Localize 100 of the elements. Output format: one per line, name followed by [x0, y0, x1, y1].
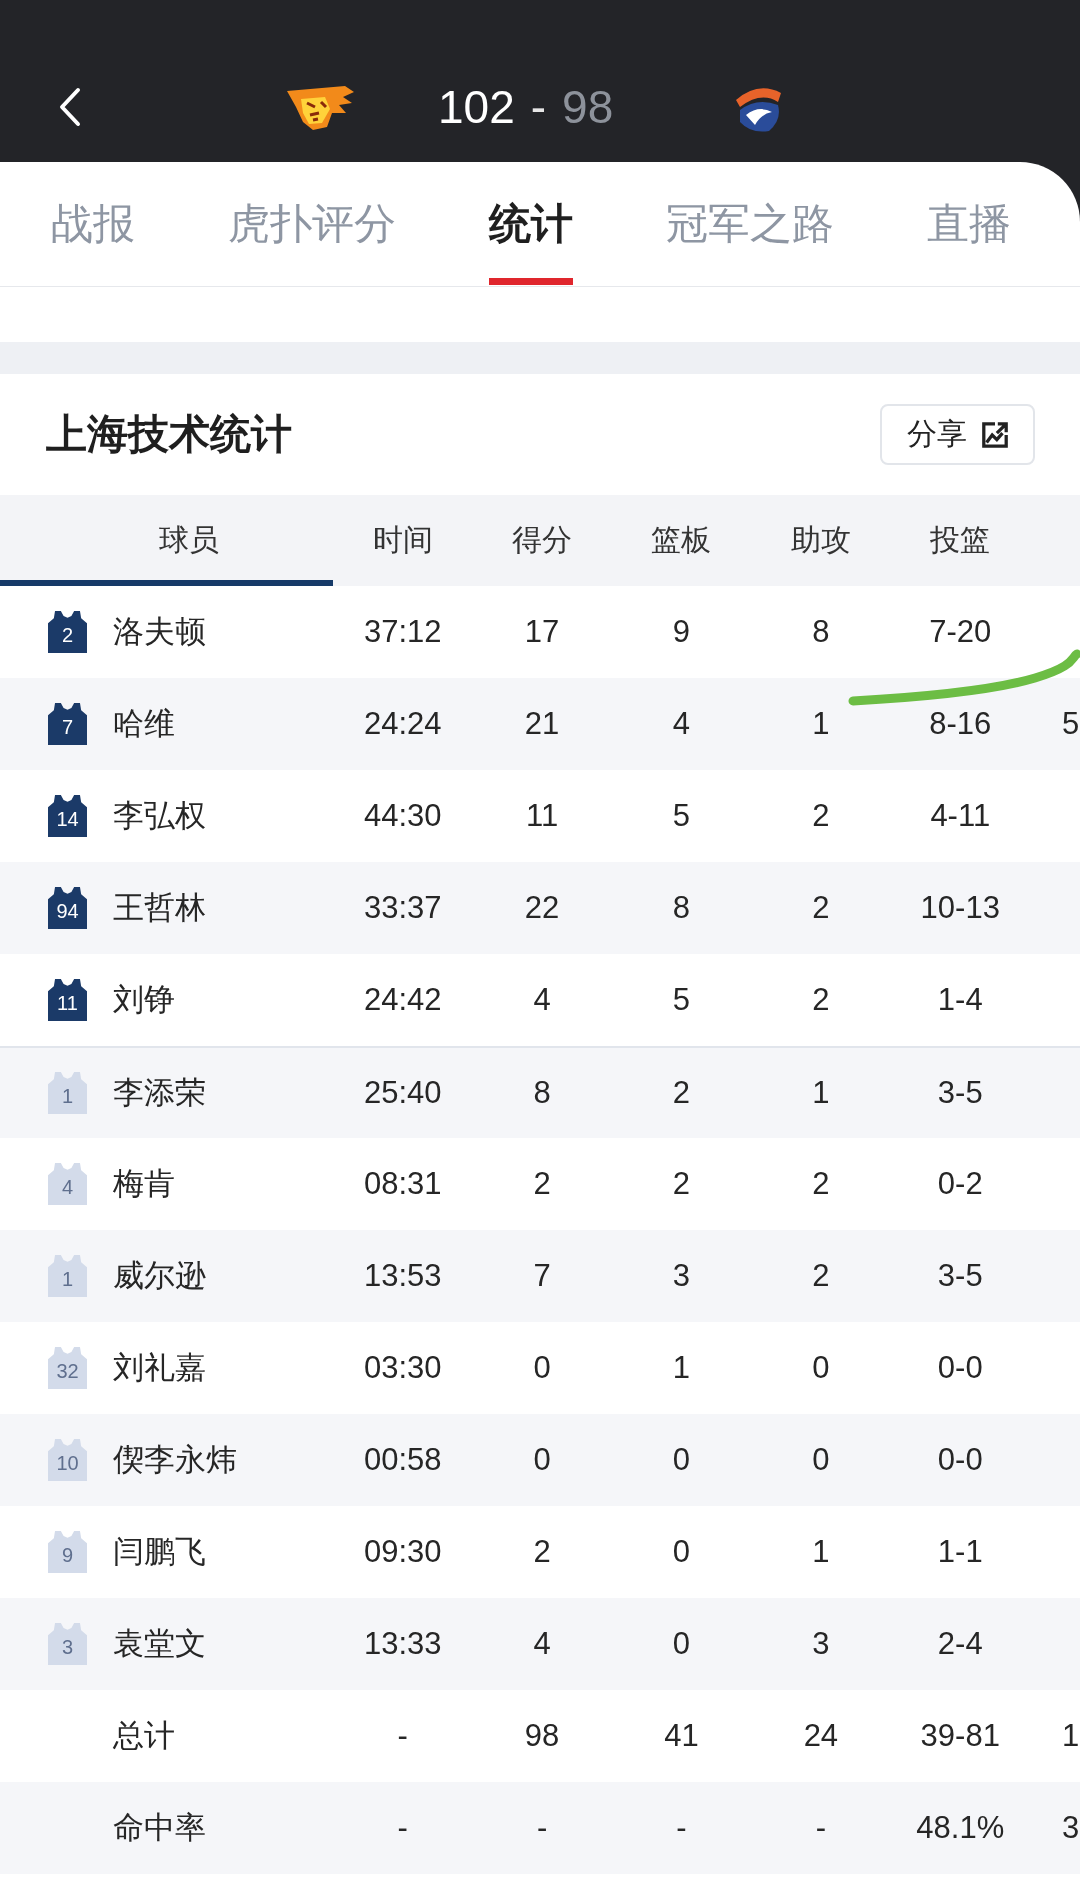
stat-value: 3	[1060, 1810, 1080, 1846]
jersey-number: 9	[48, 1531, 87, 1573]
stat-value: 09:30	[362, 1534, 443, 1570]
player-name: 刘礼嘉	[113, 1349, 206, 1387]
home-score: 102	[438, 84, 515, 130]
stat-value: 0-0	[936, 1442, 984, 1478]
column-header[interactable]: 时间	[333, 495, 473, 586]
stat-value: 8-16	[928, 706, 993, 742]
stat-value: 2	[811, 1166, 831, 1202]
tiger-logo-icon	[285, 83, 355, 131]
stat-value: 0-0	[936, 1350, 984, 1386]
stat-value: 0	[671, 1442, 692, 1478]
stat-value: 0	[671, 1626, 692, 1662]
stat-value: 3-5	[936, 1075, 984, 1111]
jersey-number: 2	[48, 611, 87, 653]
stat-value: 1	[811, 1534, 831, 1570]
stat-value: 1	[1060, 1718, 1080, 1754]
row-label: 命中率	[112, 1809, 206, 1847]
stat-value: -	[396, 1810, 409, 1846]
jersey-number: 94	[48, 887, 87, 929]
player-name: 闫鹏飞	[113, 1533, 206, 1571]
stat-value: 3	[671, 1258, 692, 1294]
stat-value: 7	[532, 1258, 552, 1294]
stat-value: 5	[1060, 706, 1080, 742]
stat-value: 13:53	[362, 1258, 443, 1294]
stat-value: -	[396, 1718, 409, 1754]
jersey-number: 10	[48, 1439, 87, 1481]
stat-value: 44:30	[362, 798, 443, 834]
player-name: 李添荣	[113, 1074, 206, 1112]
column-header[interactable]: 投篮	[890, 495, 1030, 586]
stat-value: 0	[532, 1350, 552, 1386]
stat-value: 5	[671, 982, 692, 1018]
stat-value: 3-5	[936, 1258, 984, 1294]
stat-value: 2	[671, 1075, 692, 1111]
jersey-number: 14	[48, 795, 87, 837]
away-score: 98	[562, 84, 614, 130]
jersey-number: 3	[48, 1623, 87, 1665]
stat-value: 2	[811, 798, 831, 834]
stat-value: 4-11	[929, 798, 992, 834]
stat-value: 2	[811, 1258, 831, 1294]
stat-value: 33:37	[362, 890, 443, 926]
stat-value: -	[814, 1810, 828, 1846]
chevron-left-icon	[58, 87, 82, 127]
player-name: 王哲林	[113, 889, 206, 927]
stat-value: 13:33	[362, 1626, 443, 1662]
stat-value: 24:24	[362, 706, 443, 742]
stat-value: 0-2	[936, 1166, 984, 1202]
stat-value: 2	[532, 1534, 552, 1570]
player-name: 李弘权	[113, 797, 206, 835]
stat-value: 0	[811, 1350, 831, 1386]
stat-value: 37:12	[362, 614, 443, 650]
stat-value: 24:42	[362, 982, 443, 1018]
stat-value: 08:31	[362, 1166, 443, 1202]
stat-value: 2	[671, 1166, 692, 1202]
tab[interactable]: 统计	[489, 162, 573, 286]
stat-value: 1	[671, 1350, 692, 1386]
stat-value: 25:40	[362, 1075, 443, 1111]
player-name: 威尔逊	[113, 1257, 206, 1295]
player-name: 洛夫顿	[113, 613, 206, 651]
stat-value: 2-4	[936, 1626, 984, 1662]
back-button[interactable]	[58, 87, 82, 127]
stat-value: 0	[811, 1442, 831, 1478]
stat-value: 03:30	[362, 1350, 443, 1386]
column-header[interactable]: 助攻	[751, 495, 891, 586]
section-title: 上海技术统计	[46, 410, 292, 459]
column-header[interactable]: 得分	[472, 495, 612, 586]
stat-value: 22	[523, 890, 561, 926]
player-name: 偰李永炜	[113, 1441, 237, 1479]
stat-value: 21	[523, 706, 561, 742]
stat-value: 8	[811, 614, 831, 650]
stat-value: 2	[532, 1166, 552, 1202]
jersey-number: 11	[48, 979, 87, 1021]
player-name: 梅肯	[113, 1165, 175, 1203]
stat-value: 0	[532, 1442, 552, 1478]
stat-value: 5	[671, 798, 692, 834]
stat-value: -	[535, 1810, 549, 1846]
picture-export-icon	[980, 420, 1009, 449]
stat-value: 9	[671, 614, 692, 650]
stat-value: 1-4	[936, 982, 984, 1018]
jersey-number: 4	[48, 1163, 87, 1205]
stat-value: 17	[523, 614, 561, 650]
jersey-number: 7	[48, 703, 87, 745]
share-button[interactable]: 分享	[880, 404, 1035, 465]
stat-value: 39-81	[919, 1718, 1001, 1754]
stat-value: 4	[532, 1626, 552, 1662]
stat-value: 1	[811, 1075, 831, 1111]
row-label: 总计	[112, 1717, 175, 1755]
stat-value: 8	[671, 890, 692, 926]
stat-value: 3	[811, 1626, 831, 1662]
stat-value: 10-13	[919, 890, 1001, 926]
stat-value: 98	[523, 1718, 561, 1754]
stat-value: 1	[811, 706, 831, 742]
score-separator: -	[530, 84, 547, 130]
player-name: 刘铮	[113, 981, 175, 1019]
jersey-number: 1	[48, 1072, 87, 1114]
stat-value: 48.1%	[915, 1810, 1006, 1846]
column-header[interactable]: 篮板	[611, 495, 752, 586]
jersey-number: 32	[48, 1347, 87, 1389]
stat-value: 11	[525, 798, 560, 834]
stat-value: 2	[811, 982, 831, 1018]
